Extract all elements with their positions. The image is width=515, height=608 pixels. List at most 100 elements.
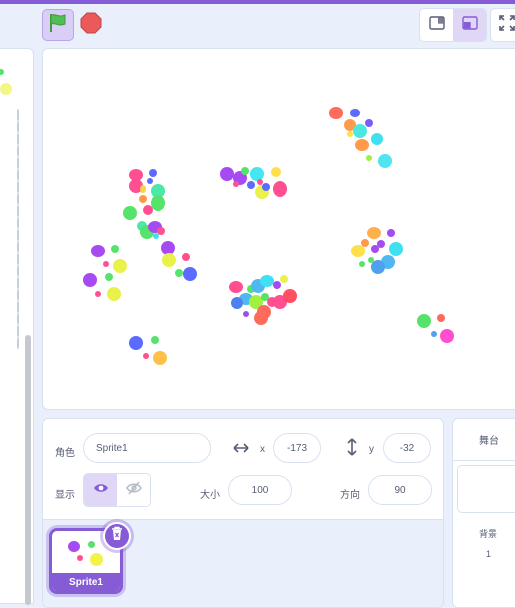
sprite-blob [366,155,372,161]
normal-stage-icon [461,15,478,35]
normal-stage-button[interactable] [453,9,486,41]
y-arrows-icon [346,438,358,461]
sprite-blob [140,185,146,193]
sprite-blob [260,275,274,287]
sprite-blob [359,261,365,267]
sprite-blob [440,329,454,343]
sprite-blob [367,227,381,239]
sprite-blob [229,281,243,293]
sprite-blob [271,167,281,177]
sprite-blob [377,240,385,248]
sprite-blob [139,195,147,203]
sprite-blob [233,181,239,187]
size-input[interactable]: 100 [228,475,292,505]
sprite-blob [283,289,297,303]
stage-thumbnail[interactable] [457,465,515,513]
x-label: x [260,444,265,455]
sprite-blob [151,195,165,211]
sprite-blob [231,297,243,309]
show-label: 显示 [55,490,75,501]
x-arrows-icon [233,441,249,459]
size-label: 大小 [200,490,220,501]
sprite-blob [437,314,445,322]
sprite-blob [220,167,234,181]
sprite-blob [153,233,159,239]
sprite-tile-label: Sprite1 [52,573,120,591]
direction-input[interactable]: 90 [368,475,432,505]
delete-sprite-button[interactable] [103,522,131,550]
backdrops-count: 1 [486,549,492,559]
sprite-blob [254,311,268,325]
sprite-blob [103,261,109,267]
sprite-blob [262,183,270,191]
sprite-blob [151,336,159,344]
show-button[interactable] [84,474,117,506]
fullscreen-button[interactable] [490,8,515,42]
sprite-blob [329,107,343,119]
green-flag-button[interactable] [42,9,74,41]
sprite-blob [355,139,369,151]
sprite-blob [371,133,383,145]
sprite-blob [182,253,190,261]
sprite-blob [243,311,249,317]
sprite-blob [387,229,395,237]
block-fragment [0,83,12,95]
sprite-blob [247,181,255,189]
sprite-list: Sprite1 [43,519,443,607]
sprite-blob [83,273,97,287]
menu-bar-edge [0,0,515,4]
sprite-info-panel: 角色 Sprite1 x -173 y -32 显示 大小 100 方向 90 [42,418,444,608]
sprite-blob [143,353,149,359]
stop-sign-icon [80,12,102,39]
small-stage-icon [428,15,445,35]
sprite-blob [143,205,153,215]
stage-selector-panel[interactable]: 舞台 背景 1 [452,418,515,608]
sprite-blob [129,336,143,350]
sprite-blob [111,245,119,253]
eye-icon [93,481,109,499]
sprite-blob [105,273,113,281]
sprite-blob [153,351,167,365]
sprite-blob [350,109,360,117]
green-flag-icon [47,12,69,39]
sprite-blob [107,287,121,301]
code-area-edge [0,48,34,605]
sprite-blob [353,124,367,138]
stage-canvas[interactable] [42,48,515,410]
sprite-blob [361,239,369,247]
y-label: y [369,444,374,455]
trash-icon [110,526,124,546]
code-scrollbar[interactable] [25,335,31,605]
sprite-blob [183,267,197,281]
stage-title: 舞台 [453,419,515,461]
hide-button[interactable] [117,474,150,506]
sprite-blob [123,206,137,220]
sprite-blob [368,257,374,263]
sprite-blob [347,131,353,137]
sprite-blob [378,154,392,168]
sprite-blob [149,169,157,177]
fullscreen-icon [499,14,515,36]
code-grid [17,109,19,349]
sprite-blob [257,179,263,185]
sprite-blob [113,259,127,273]
sprite-blob [431,331,437,337]
visibility-toggle [83,473,151,507]
sprite-blob [162,253,176,267]
sprite-blob [273,281,281,289]
stop-button[interactable] [78,12,104,38]
x-position-input[interactable]: -173 [273,433,321,463]
sprite-blob [365,119,373,127]
direction-label: 方向 [340,490,360,501]
sprite-name-input[interactable]: Sprite1 [83,433,211,463]
y-position-input[interactable]: -32 [383,433,431,463]
sprite-blob [280,275,288,283]
sprite-blob [241,167,249,175]
eye-slash-icon [125,481,142,500]
sprite-blob [91,245,105,257]
sprite-blob [273,181,287,197]
sprite-blob [95,291,101,297]
sprite-blob [417,314,431,328]
stage-size-toggle [419,8,487,42]
small-stage-button[interactable] [420,9,453,41]
